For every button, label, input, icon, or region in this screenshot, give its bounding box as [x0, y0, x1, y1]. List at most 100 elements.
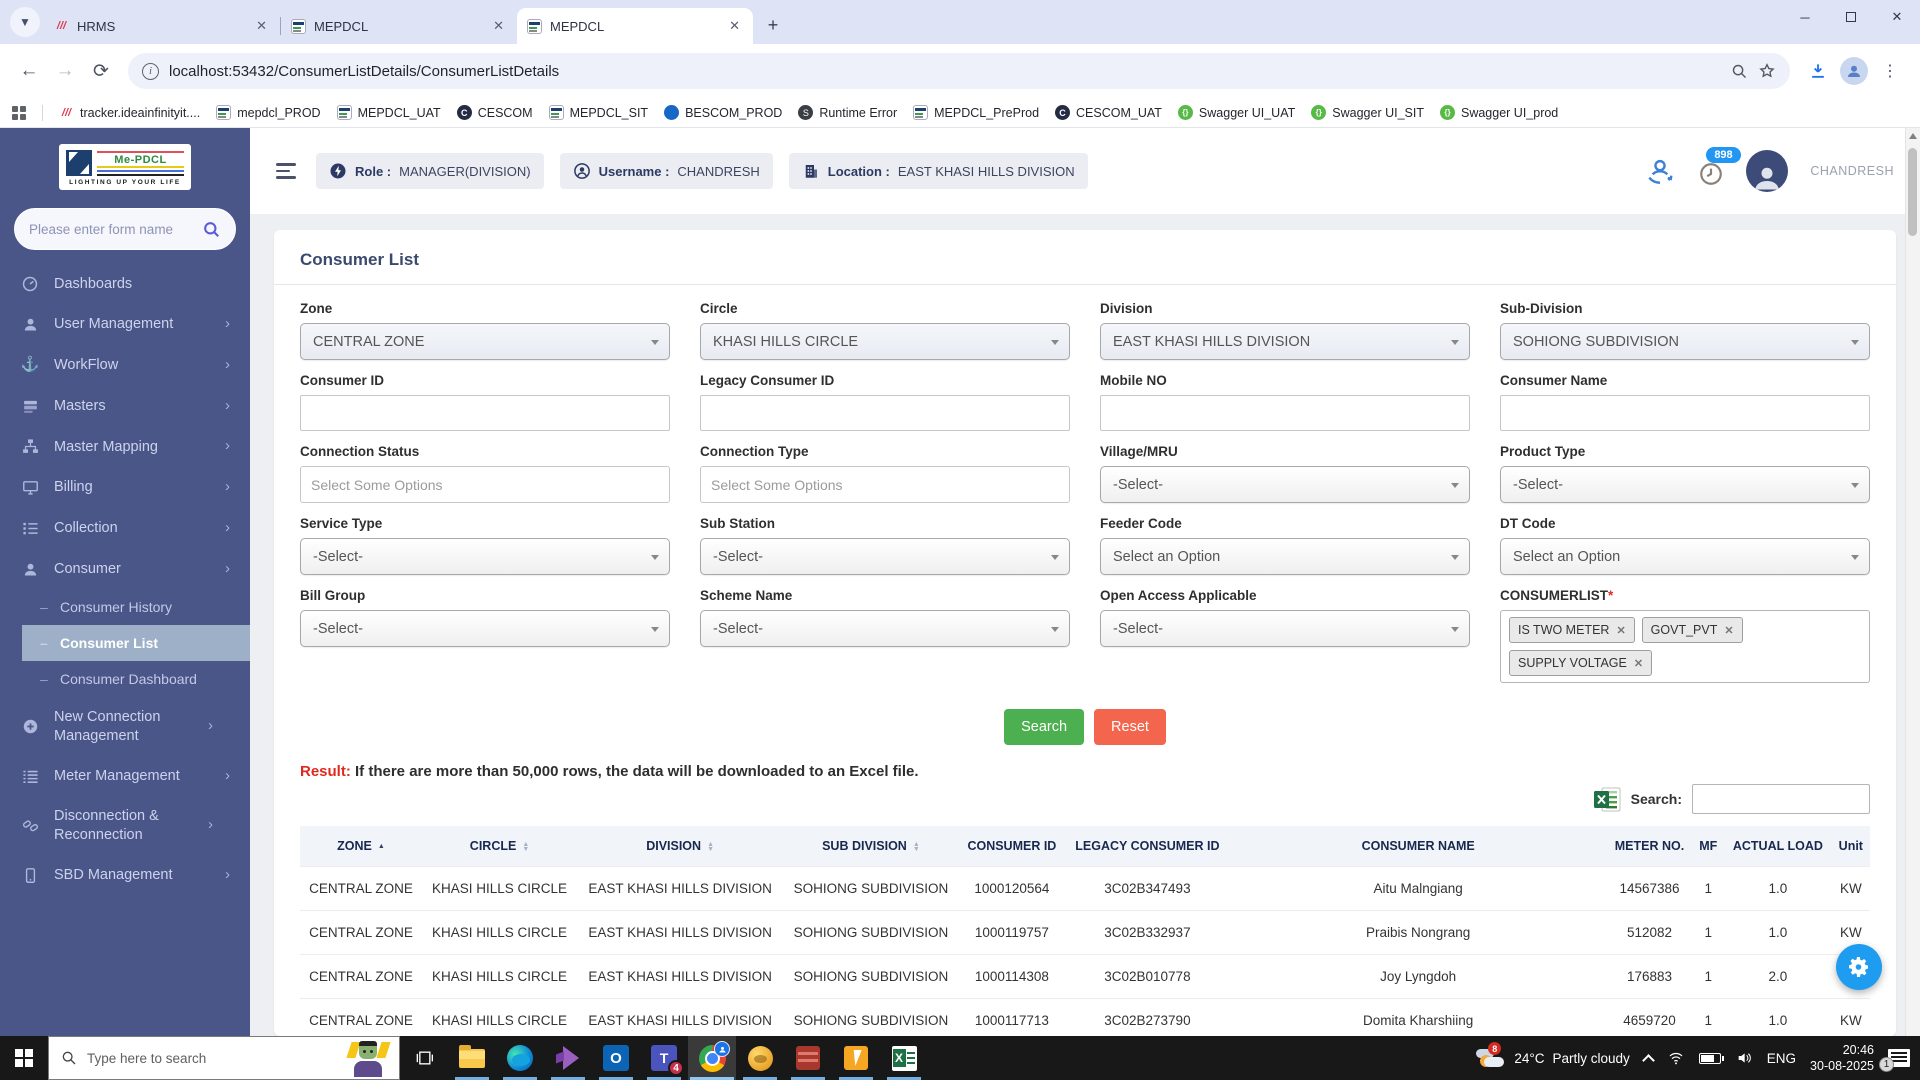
new-tab-button[interactable]: + [759, 11, 787, 39]
bookmark-mepdcl-preprod[interactable]: MEPDCL_PreProd [913, 105, 1039, 120]
bookmark-mepdcl-sit[interactable]: MEPDCL_SIT [549, 105, 649, 120]
feeder-code-select[interactable]: Select an Option [1100, 538, 1470, 575]
downloads-icon[interactable] [1802, 55, 1834, 87]
bookmark-runtime-error[interactable]: SRuntime Error [798, 105, 897, 120]
sidebar-item-masters[interactable]: Masters › [0, 386, 250, 427]
apps-grid-icon[interactable] [12, 106, 26, 120]
window-close-button[interactable]: ✕ [1874, 0, 1920, 34]
consumer-name-input[interactable] [1500, 395, 1870, 431]
app-red-icon[interactable] [784, 1036, 832, 1080]
action-center-icon[interactable]: 1 [1888, 1049, 1910, 1067]
bookmark-cescom-uat[interactable]: CCESCOM_UAT [1055, 105, 1162, 120]
column-header-consumer-id[interactable]: CONSUMER ID [959, 826, 1065, 867]
browser-tab-mepdcl-active[interactable]: MEPDCL ✕ [517, 8, 753, 44]
service-type-select[interactable]: -Select- [300, 538, 670, 575]
sidebar-item-consumer-list[interactable]: – Consumer List [22, 625, 250, 661]
consumer-id-link[interactable]: 1000117713 [959, 999, 1065, 1037]
division-select[interactable]: EAST KHASI HILLS DIVISION [1100, 323, 1470, 360]
sidebar-item-new-connection-management[interactable]: New Connection Management › [0, 697, 250, 755]
network-icon[interactable] [1667, 1050, 1685, 1066]
browser-profile-avatar[interactable] [1840, 57, 1868, 85]
table-search-input[interactable] [1692, 784, 1870, 814]
reload-button[interactable]: ⟳ [86, 56, 116, 86]
connection-status-multiselect[interactable] [300, 466, 670, 503]
sidebar-item-consumer[interactable]: Consumer › [0, 549, 250, 590]
battery-icon[interactable] [1699, 1053, 1721, 1064]
bill-group-select[interactable]: -Select- [300, 610, 670, 647]
scheme-name-select[interactable]: -Select- [700, 610, 1070, 647]
reset-button[interactable]: Reset [1094, 709, 1166, 745]
tray-expand-chevron-icon[interactable] [1642, 1054, 1655, 1067]
sidebar-item-user-management[interactable]: User Management › [0, 304, 250, 345]
sidebar-item-master-mapping[interactable]: Master Mapping › [0, 426, 250, 467]
sort-icon[interactable]: ▲ [378, 844, 385, 849]
excel-icon[interactable] [880, 1036, 928, 1080]
scroll-up-arrow-icon[interactable] [1909, 133, 1917, 139]
legacy-consumer-id-input[interactable] [700, 395, 1070, 431]
bookmark-swagger-prod[interactable]: {}Swagger UI_prod [1440, 105, 1558, 120]
sidebar-item-disconnection-reconnection[interactable]: Disconnection & Reconnection › [0, 796, 250, 854]
bookmark-swagger-sit[interactable]: {}Swagger UI_SIT [1311, 105, 1424, 120]
outlook-icon[interactable]: O [592, 1036, 640, 1080]
address-bar[interactable]: i localhost:53432/ConsumerListDetails/Co… [128, 53, 1790, 89]
column-header-sub-division[interactable]: SUB DIVISION▲▼ [783, 826, 959, 867]
sidebar-item-meter-management[interactable]: Meter Management › [0, 756, 250, 797]
bookmark-star-icon[interactable] [1758, 62, 1776, 80]
connection-type-input[interactable] [711, 477, 1059, 493]
browser-tab-mepdcl-1[interactable]: MEPDCL ✕ [281, 8, 517, 44]
bookmark-cescom[interactable]: CCESCOM [457, 105, 533, 120]
column-header-mf[interactable]: MF [1692, 826, 1724, 867]
sidebar-item-consumer-history[interactable]: – Consumer History [0, 589, 250, 625]
mobile-no-input[interactable] [1100, 395, 1470, 431]
profile-avatar[interactable] [1746, 150, 1788, 192]
page-scrollbar[interactable] [1905, 128, 1920, 1036]
sidebar-item-billing[interactable]: Billing › [0, 467, 250, 508]
village-mru-select[interactable]: -Select- [1100, 466, 1470, 503]
dt-code-select[interactable]: Select an Option [1500, 538, 1870, 575]
sort-icon[interactable]: ▲▼ [707, 842, 714, 852]
circle-select[interactable]: KHASI HILLS CIRCLE [700, 323, 1070, 360]
bookmark-bescom-prod[interactable]: BESCOM_PROD [664, 105, 782, 120]
column-header-unit[interactable]: Unit [1832, 826, 1870, 867]
consumer-id-input[interactable] [300, 395, 670, 431]
site-info-icon[interactable]: i [142, 63, 159, 80]
bookmark-tracker[interactable]: tracker.ideainfinityit.... [59, 105, 200, 120]
tab-close-icon[interactable]: ✕ [253, 18, 270, 34]
role-switch-icon[interactable] [1644, 155, 1676, 187]
profile-name[interactable]: CHANDRESH [1810, 164, 1894, 178]
bookmark-mepdcl-prod[interactable]: mepdcl_PROD [216, 105, 320, 120]
task-view-button[interactable] [400, 1036, 448, 1080]
app-yellow-icon[interactable] [736, 1036, 784, 1080]
hamburger-menu-icon[interactable] [276, 159, 300, 182]
column-header-division[interactable]: DIVISION▲▼ [577, 826, 783, 867]
scrollbar-thumb[interactable] [1908, 148, 1917, 236]
connection-type-multiselect[interactable] [700, 466, 1070, 503]
taskbar-weather[interactable]: 8 24°C Partly cloudy [1470, 1046, 1629, 1070]
consumer-id-link[interactable]: 1000120564 [959, 867, 1065, 911]
sort-icon[interactable]: ▲▼ [522, 842, 529, 852]
column-header-consumer-name[interactable]: CONSUMER NAME [1230, 826, 1607, 867]
remove-tag-icon[interactable]: ✕ [1616, 624, 1625, 637]
app-orange-icon[interactable] [832, 1036, 880, 1080]
settings-fab[interactable] [1836, 944, 1882, 990]
sort-icon[interactable]: ▲▼ [913, 842, 920, 852]
tab-close-icon[interactable]: ✕ [726, 18, 743, 34]
chrome-icon[interactable] [688, 1036, 736, 1080]
taskbar-search[interactable] [48, 1036, 400, 1080]
product-type-select[interactable]: -Select- [1500, 466, 1870, 503]
excel-export-icon[interactable] [1594, 787, 1621, 812]
browser-tab-hrms[interactable]: HRMS ✕ [44, 8, 280, 44]
column-header-zone[interactable]: ZONE▲ [300, 826, 422, 867]
window-maximize-button[interactable] [1828, 0, 1874, 34]
remove-tag-icon[interactable]: ✕ [1724, 624, 1733, 637]
edge-icon[interactable] [496, 1036, 544, 1080]
consumer-id-link[interactable]: 1000119757 [959, 911, 1065, 955]
sidebar-item-collection[interactable]: Collection › [0, 508, 250, 549]
teams-icon[interactable]: T 4 [640, 1036, 688, 1080]
column-header-meter-no[interactable]: METER NO. [1607, 826, 1693, 867]
column-header-circle[interactable]: CIRCLE▲▼ [422, 826, 577, 867]
language-indicator[interactable]: ENG [1767, 1051, 1796, 1066]
sidebar-item-consumer-dashboard[interactable]: – Consumer Dashboard [0, 661, 250, 697]
column-header-legacy-consumer-id[interactable]: LEGACY CONSUMER ID [1065, 826, 1230, 867]
column-header-actual-load[interactable]: ACTUAL LOAD [1724, 826, 1832, 867]
